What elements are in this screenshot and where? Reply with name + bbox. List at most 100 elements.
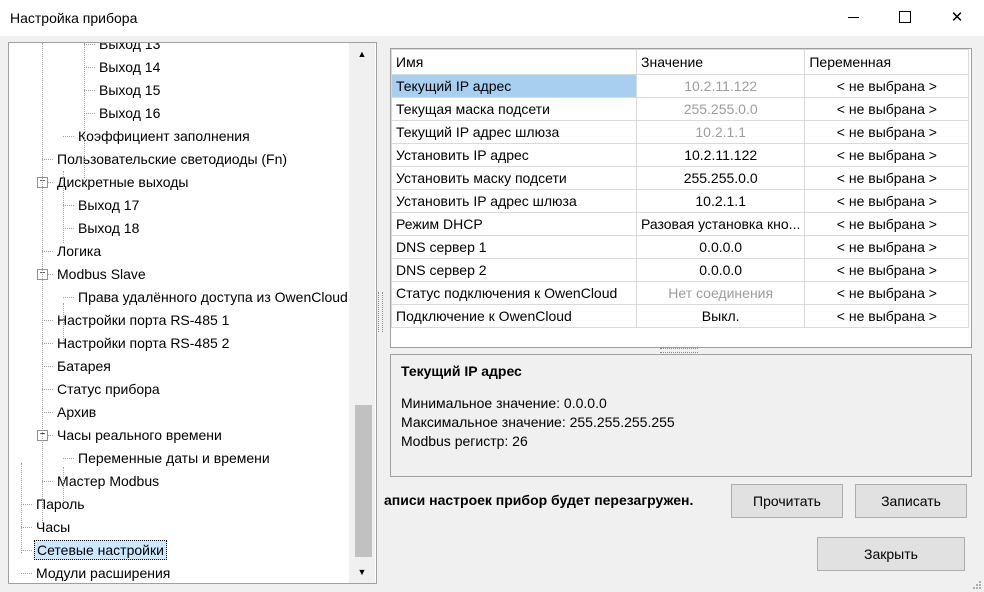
param-variable-cell[interactable]: < не выбрана > [804, 166, 970, 190]
tree-item[interactable]: Статус прибора [55, 378, 162, 401]
tree-item[interactable]: Часы [34, 516, 72, 539]
close-window-button[interactable]: ✕ [934, 0, 980, 34]
tree-item-label: Выход 13 [99, 42, 161, 52]
table-row[interactable]: Статус подключения к OwenCloud Нет соедин… [391, 281, 970, 305]
param-name-cell[interactable]: Текущая маска подсети [391, 97, 637, 121]
tree-guide [63, 303, 64, 341]
scroll-up-icon[interactable]: ▲ [349, 43, 375, 65]
param-name-cell[interactable]: Подключение к OwenCloud [391, 304, 637, 328]
table-row[interactable]: Режим DHCP Разовая установка кно... < не в… [391, 212, 970, 236]
param-variable-cell[interactable]: < не выбрана > [804, 120, 970, 144]
tree-item-label: Сетевые настройки [34, 540, 167, 560]
tree-item[interactable]: Часы реального времени [55, 424, 224, 447]
tree-item[interactable]: Переменные даты и времени [76, 447, 272, 470]
column-header-variable[interactable]: Переменная [804, 49, 970, 75]
param-name-cell[interactable]: Статус подключения к OwenCloud [391, 281, 637, 305]
param-value-cell[interactable]: 255.255.0.0 [635, 97, 806, 121]
tree-item[interactable]: Модули расширения [34, 562, 172, 583]
table-row[interactable]: Текущий IP адрес шлюза 10.2.1.1 < не выбра… [391, 120, 970, 144]
tree-item[interactable]: Выход 15 [97, 79, 162, 102]
tree-item[interactable]: Логика [55, 240, 103, 263]
tree-guide [63, 171, 64, 243]
parameters-grid[interactable]: Имя Значение Переменная Текущий IP адрес… [390, 48, 972, 348]
scroll-thumb[interactable] [355, 405, 372, 557]
tree-item-label: Выход 15 [99, 82, 161, 98]
table-row[interactable]: Установить IP адрес 10.2.11.122 < не выбра… [391, 143, 970, 167]
param-variable-cell[interactable]: < не выбрана > [804, 97, 970, 121]
tree-guide [84, 43, 85, 178]
param-value-cell[interactable]: 10.2.11.122 [635, 143, 806, 167]
tree-item[interactable]: Настройки порта RS-485 2 [55, 332, 231, 355]
table-row[interactable]: Установить IP адрес шлюза 10.2.1.1 < не вы… [391, 189, 970, 213]
table-row[interactable]: Текущая маска подсети 255.255.0.0 < не выб… [391, 97, 970, 121]
param-variable-cell[interactable]: < не выбрана > [804, 74, 970, 98]
tree-item-label: Права удалённого доступа из OwenCloud [78, 289, 348, 305]
param-variable-cell[interactable]: < не выбрана > [804, 143, 970, 167]
table-row[interactable]: DNS сервер 2 0.0.0.0 < не выбрана > [391, 258, 970, 282]
param-variable-cell[interactable]: < не выбрана > [804, 235, 970, 259]
param-value-cell[interactable]: 0.0.0.0 [635, 235, 806, 259]
tree-item[interactable]: Выход 17 [76, 194, 141, 217]
minimize-button[interactable] [830, 0, 876, 34]
table-row[interactable]: DNS сервер 1 0.0.0.0 < не выбрана > [391, 235, 970, 259]
tree-item[interactable]: Пользовательские светодиоды (Fn) [55, 148, 289, 171]
horizontal-splitter[interactable] [660, 348, 698, 353]
param-name-cell[interactable]: Текущий IP адрес шлюза [391, 120, 637, 144]
maximize-button[interactable] [882, 0, 928, 34]
param-value-cell[interactable]: 10.2.1.1 [635, 120, 806, 144]
close-button[interactable]: Закрыть [817, 537, 965, 571]
param-value-cell[interactable]: Нет соединения [635, 281, 806, 305]
tree-item[interactable]: Мастер Modbus [55, 470, 161, 493]
tree-scrollbar[interactable]: ▲ ▼ [349, 43, 375, 583]
param-value-cell[interactable]: 10.2.1.1 [635, 189, 806, 213]
tree-item[interactable]: Архив [55, 401, 98, 424]
tree-item[interactable]: Сетевые настройки [34, 539, 167, 562]
scroll-down-icon[interactable]: ▼ [349, 561, 375, 583]
column-header-value[interactable]: Значение [635, 49, 806, 75]
tree-item[interactable]: Батарея [55, 355, 113, 378]
param-value-cell[interactable]: 255.255.0.0 [635, 166, 806, 190]
tree-item-label: Коэффициент заполнения [78, 128, 250, 144]
param-variable-cell[interactable]: < не выбрана > [804, 281, 970, 305]
param-name-cell[interactable]: Установить маску подсети [391, 166, 637, 190]
param-value-cell[interactable]: Выкл. [635, 304, 806, 328]
tree-item[interactable]: Выход 18 [76, 217, 141, 240]
tree-connector [84, 113, 95, 114]
param-variable-cell[interactable]: < не выбрана > [804, 258, 970, 282]
tree-item[interactable]: Коэффициент заполнения [76, 125, 252, 148]
param-value-cell[interactable]: Разовая установка кно... [635, 212, 806, 236]
table-row[interactable]: Установить маску подсети 255.255.0.0 < не … [391, 166, 970, 190]
table-row[interactable]: Подключение к OwenCloud Выкл. < не выбрана… [391, 304, 970, 328]
param-value-cell[interactable]: 0.0.0.0 [635, 258, 806, 282]
tree-item[interactable]: Выход 13 [97, 42, 162, 56]
write-button[interactable]: Записать [855, 484, 967, 518]
tree-item[interactable]: Права удалённого доступа из OwenCloud [76, 286, 350, 309]
param-name-cell[interactable]: Установить IP адрес шлюза [391, 189, 637, 213]
param-variable-cell[interactable]: < не выбрана > [804, 304, 970, 328]
read-button[interactable]: Прочитать [731, 484, 843, 518]
param-name-cell[interactable]: Режим DHCP [391, 212, 637, 236]
table-row[interactable]: Текущий IP адрес 10.2.11.122 < не выбрана … [391, 74, 970, 98]
column-header-name[interactable]: Имя [391, 49, 637, 75]
tree-item-label: Архив [57, 404, 97, 420]
param-value-cell[interactable]: 10.2.11.122 [635, 74, 806, 98]
vertical-splitter[interactable] [378, 292, 383, 332]
tree-connector [42, 366, 53, 367]
tree-item[interactable]: Выход 16 [97, 102, 162, 125]
tree-item[interactable]: Выход 14 [97, 56, 162, 79]
info-min-value: Минимальное значение: 0.0.0.0 [401, 395, 607, 411]
maximize-icon [899, 11, 911, 23]
resize-grip-icon[interactable] [972, 580, 982, 590]
tree-item[interactable]: Modbus Slave [55, 263, 148, 286]
param-name-cell[interactable]: DNS сервер 1 [391, 235, 637, 259]
param-name-cell[interactable]: Текущий IP адрес [391, 74, 637, 98]
param-variable-cell[interactable]: < не выбрана > [804, 212, 970, 236]
param-name-cell[interactable]: Установить IP адрес [391, 143, 637, 167]
device-tree[interactable]: ▲ ▼ Выход 13 Выход 14 Выход 15 Выход 16 Коэф… [8, 42, 377, 584]
param-variable-cell[interactable]: < не выбрана > [804, 189, 970, 213]
tree-item[interactable]: Дискретные выходы [55, 171, 190, 194]
param-name-cell[interactable]: DNS сервер 2 [391, 258, 637, 282]
tree-item-label: Выход 16 [99, 105, 161, 121]
tree-item[interactable]: Настройки порта RS-485 1 [55, 309, 231, 332]
tree-connector [21, 550, 32, 551]
